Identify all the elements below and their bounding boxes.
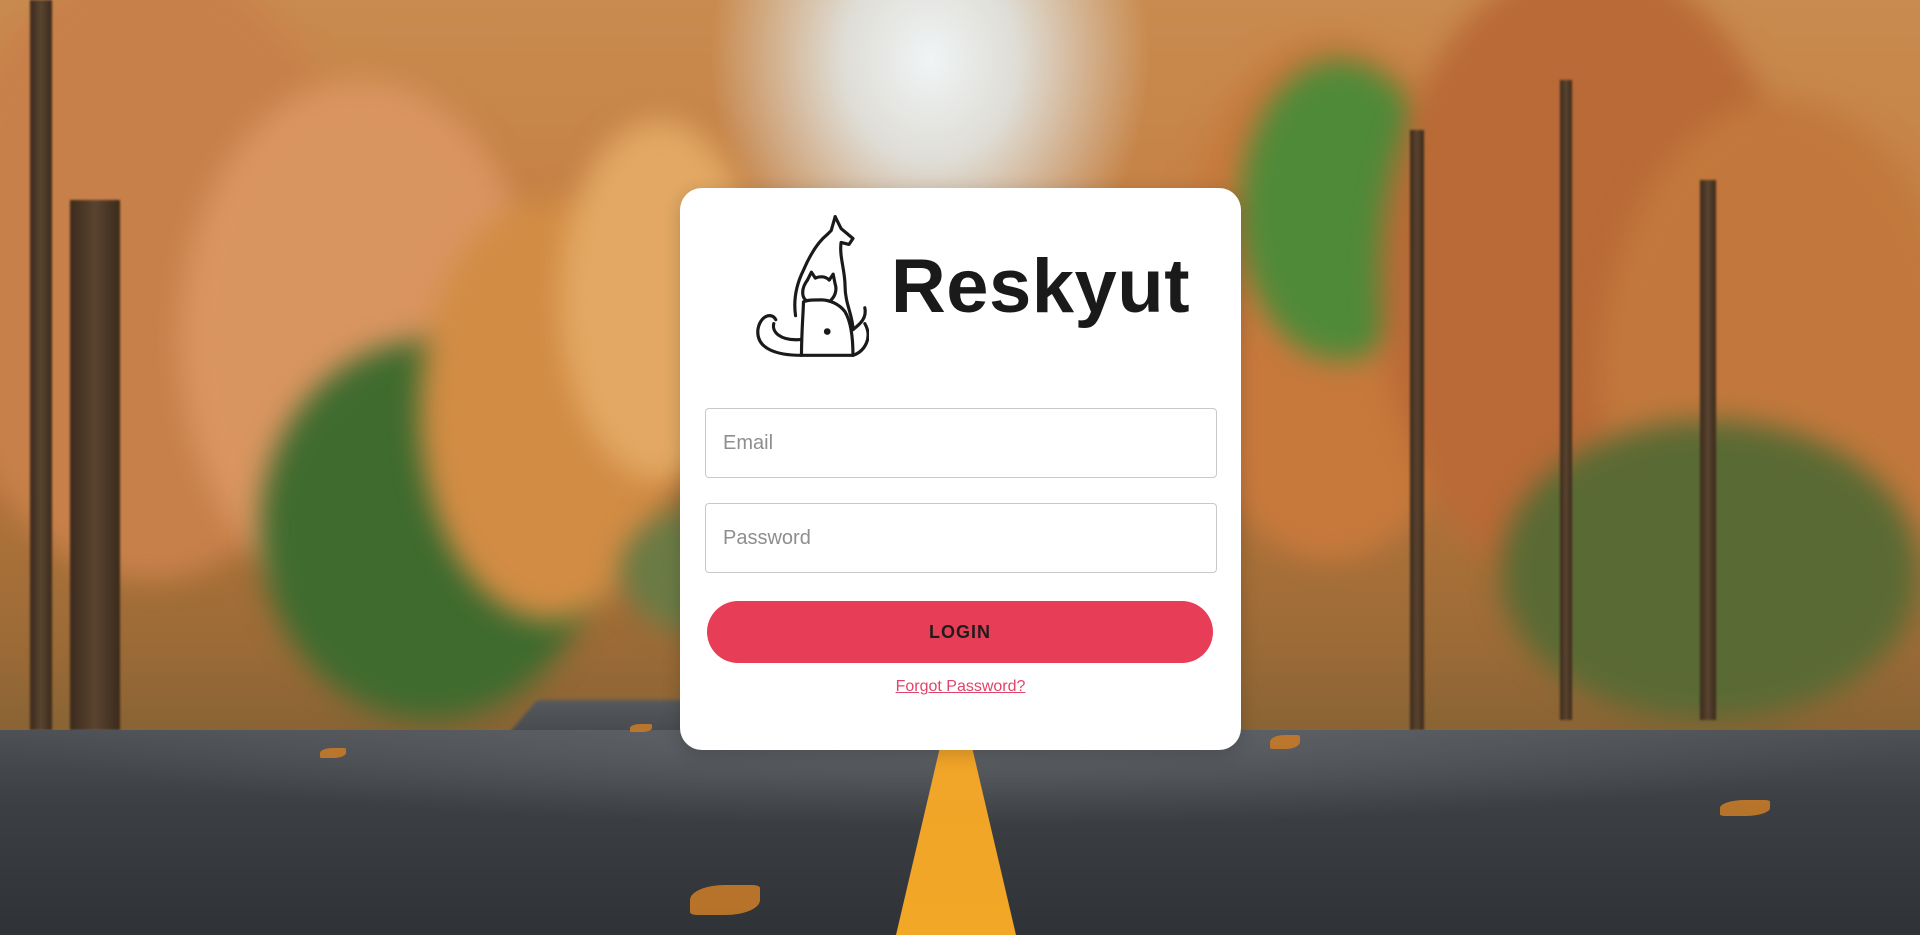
password-input[interactable] — [705, 503, 1217, 573]
leaf — [1720, 800, 1770, 816]
forgot-password-link[interactable]: Forgot Password? — [680, 678, 1241, 696]
leaf — [320, 748, 346, 758]
cat-dog-icon — [756, 215, 869, 357]
login-card: Reskyut LOGIN Forgot Password? — [680, 188, 1241, 750]
brand-name: Reskyut — [890, 244, 1190, 329]
leaf — [1270, 735, 1300, 749]
login-button[interactable]: LOGIN — [707, 601, 1213, 663]
brand-header: Reskyut — [750, 212, 1190, 362]
leaf — [630, 724, 652, 732]
email-input[interactable] — [705, 408, 1217, 478]
leaf — [690, 885, 760, 915]
